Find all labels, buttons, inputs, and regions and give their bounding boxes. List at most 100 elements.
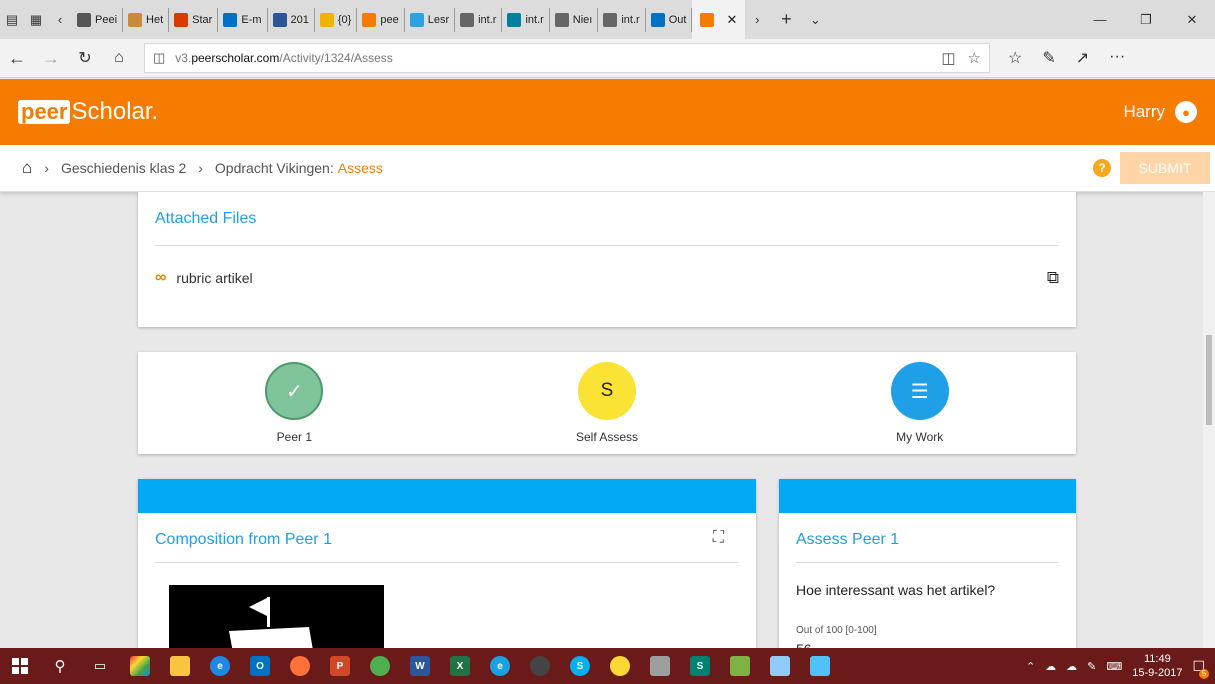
app-header: peer Scholar. Harry ● [0, 79, 1215, 145]
step-self-assess[interactable]: S Self Assess [451, 352, 764, 454]
browser-tab[interactable]: Nieı [550, 7, 599, 32]
assessment-steps: ✓ Peer 1 S Self Assess ☰ My Work [138, 352, 1076, 454]
home-icon[interactable]: ⌂ [22, 158, 32, 178]
tab-label: int.r [478, 13, 497, 26]
browser-tab[interactable]: {0} [315, 7, 358, 32]
clock[interactable]: 11:49 15-9-2017 [1132, 652, 1182, 680]
file-row[interactable]: ∞ rubric artikel ⧉ [155, 266, 1059, 290]
assess-title: Assess Peer 1 [796, 531, 900, 548]
open-external-icon[interactable]: ⧉ [1047, 268, 1059, 288]
scrollbar-thumb[interactable] [1206, 335, 1212, 425]
app-icon[interactable] [760, 648, 800, 684]
cloud-icon[interactable]: ☁ [1066, 660, 1077, 673]
breadcrumb-activity[interactable]: Opdracht Vikingen: [215, 160, 334, 176]
file-name[interactable]: rubric artikel [176, 270, 252, 286]
home-button[interactable]: ⌂ [102, 39, 136, 78]
start-icon[interactable] [0, 648, 40, 684]
browser-tab[interactable]: int.r [502, 7, 550, 32]
tab-scroll-right-icon[interactable]: › [745, 0, 769, 39]
browser-tab[interactable]: Het [123, 7, 170, 32]
share-icon[interactable]: ↗ [1076, 48, 1089, 68]
chevron-right-icon: › [198, 160, 203, 176]
close-window-button[interactable]: ✕ [1169, 0, 1215, 39]
checkmark-icon[interactable]: ✓ [265, 362, 324, 420]
word-icon[interactable]: W [400, 648, 440, 684]
norton-icon[interactable] [600, 648, 640, 684]
restore-button[interactable]: ❐ [1123, 0, 1169, 39]
powerpoint-icon[interactable]: P [320, 648, 360, 684]
score-input[interactable]: 56 [796, 641, 812, 648]
browser-tab[interactable]: int.r [455, 7, 503, 32]
peerscholar-logo[interactable]: peer Scholar. [18, 98, 158, 126]
tab-label: E-m [241, 13, 262, 26]
clipboard-icon[interactable]: ☰ [890, 362, 949, 420]
breadcrumb-course[interactable]: Geschiedenis klas 2 [61, 160, 186, 176]
back-button[interactable]: ← [0, 39, 34, 78]
keyboard-icon[interactable]: ⌨ [1106, 660, 1122, 673]
user-menu[interactable]: Harry ● [1123, 101, 1197, 123]
web-note-icon[interactable]: ✎ [1042, 48, 1055, 68]
tab-close-icon[interactable]: ✕ [726, 12, 737, 28]
minimize-button[interactable]: — [1077, 0, 1123, 39]
reading-view-icon[interactable]: ◫ [941, 49, 955, 67]
search-icon[interactable]: ⚲ [40, 648, 80, 684]
browser-tab[interactable]: Lesr [405, 7, 456, 32]
tab-label: pee [380, 13, 399, 26]
paint-app-icon[interactable] [120, 648, 160, 684]
favorite-star-icon[interactable]: ☆ [968, 49, 981, 67]
excel-icon[interactable]: X [440, 648, 480, 684]
new-tab-icon[interactable]: + [769, 0, 803, 39]
app-icon[interactable] [720, 648, 760, 684]
fullscreen-icon[interactable]: ⛶ [713, 529, 724, 547]
url-field[interactable]: ◫ v3. peerscholar.com/Activity/1324/Asses… [144, 43, 990, 73]
logo-peer: peer [18, 100, 71, 124]
browser-tab[interactable]: pee [357, 7, 405, 32]
action-center-icon[interactable]: ☐ 5 [1192, 658, 1209, 679]
outlook-icon[interactable]: O [240, 648, 280, 684]
page-scrollbar[interactable] [1203, 192, 1215, 648]
chrome-icon[interactable] [360, 648, 400, 684]
tab-active[interactable]: ✕ [692, 0, 746, 39]
internet-explorer-icon[interactable]: e [480, 648, 520, 684]
refresh-button[interactable]: ↻ [68, 39, 102, 78]
browser-tab-bar: ▤ ▦ ‹ Peei Het Star E-m 201 {0} pee Lesr int.r in… [0, 0, 1215, 39]
task-view-icon[interactable]: ▭ [80, 648, 120, 684]
chevron-down-icon[interactable]: ⌄ [803, 0, 827, 39]
edge-icon[interactable]: e [200, 648, 240, 684]
file-explorer-icon[interactable] [160, 648, 200, 684]
step-label: Self Assess [575, 430, 639, 444]
step-peer-1[interactable]: ✓ Peer 1 [138, 352, 451, 454]
step-label: My Work [896, 430, 944, 444]
tab-favicon-icon [460, 12, 475, 27]
forward-button[interactable]: → [34, 39, 68, 78]
divider [155, 245, 1059, 246]
tab-scroll-left-icon[interactable]: ‹ [48, 0, 72, 39]
tab-label: 201 [290, 13, 309, 26]
browser-tab[interactable]: Peei [72, 7, 124, 32]
browser-tab[interactable]: 201 [268, 7, 315, 32]
step-label: Peer 1 [276, 430, 313, 444]
favorites-hub-icon[interactable]: ☆ [1008, 48, 1022, 68]
submit-button[interactable]: SUBMIT [1120, 152, 1210, 184]
sway-icon[interactable]: S [680, 648, 720, 684]
skype-icon[interactable]: S [560, 648, 600, 684]
media-app-icon[interactable] [520, 648, 560, 684]
app-icon[interactable] [800, 648, 840, 684]
chevron-up-icon[interactable]: ⌃ [1026, 660, 1035, 673]
tab-label: {0} [337, 13, 352, 26]
set-aside-tabs-icon[interactable]: ▤ [0, 0, 24, 39]
browser-tab[interactable]: int.r [598, 7, 646, 32]
pen-icon[interactable]: ✎ [1087, 660, 1096, 673]
onedrive-icon[interactable]: ☁ [1045, 660, 1056, 673]
browser-tab[interactable]: E-m [218, 7, 268, 32]
browser-tab[interactable]: Out [646, 7, 693, 32]
browser-tab[interactable]: Star [169, 7, 219, 32]
help-icon[interactable]: ? [1093, 159, 1111, 177]
step-my-work[interactable]: ☰ My Work [763, 352, 1076, 454]
firefox-icon[interactable] [280, 648, 320, 684]
more-options-icon[interactable]: ··· [1109, 48, 1125, 68]
tab-favicon-icon [507, 12, 522, 27]
app-icon[interactable] [640, 648, 680, 684]
tab-previews-icon[interactable]: ▦ [24, 0, 48, 39]
self-assess-circle[interactable]: S [578, 362, 636, 420]
